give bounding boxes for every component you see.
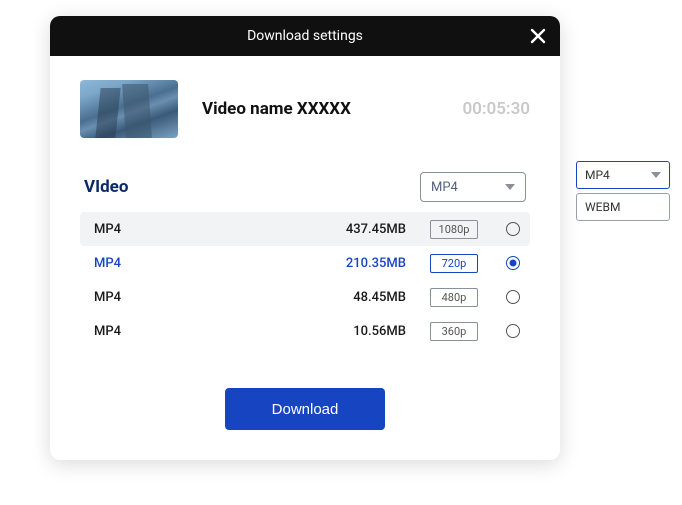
format-dropdown-trigger[interactable]: MP4 xyxy=(576,161,670,189)
option-resolution-badge: 720p xyxy=(430,254,478,273)
resolution-options: MP4 437.45MB 1080p MP4 210.35MB 720p MP4 48.45M… xyxy=(80,212,530,348)
dialog-titlebar: Download settings xyxy=(50,16,560,56)
option-resolution-badge: 360p xyxy=(430,322,478,341)
option-radio[interactable] xyxy=(506,290,520,304)
option-size: 48.45MB xyxy=(326,290,406,305)
format-dropdown-item[interactable]: WEBM xyxy=(585,200,661,214)
video-duration: 00:05:30 xyxy=(462,99,530,119)
option-size: 10.56MB xyxy=(326,324,406,339)
format-dropdown-value: MP4 xyxy=(585,168,610,182)
option-size: 210.35MB xyxy=(326,256,406,271)
option-format: MP4 xyxy=(94,324,316,339)
video-thumbnail xyxy=(80,80,178,138)
chevron-down-icon xyxy=(651,172,661,178)
format-dropdown-menu: WEBM xyxy=(576,193,670,221)
format-select[interactable]: MP4 xyxy=(420,172,526,202)
section-title: VIdeo xyxy=(84,177,128,197)
option-radio[interactable] xyxy=(506,256,520,270)
close-button[interactable] xyxy=(526,24,550,48)
option-radio[interactable] xyxy=(506,222,520,236)
option-resolution-badge: 480p xyxy=(430,288,478,307)
resolution-option[interactable]: MP4 10.56MB 360p xyxy=(80,314,530,348)
video-section-header: VIdeo MP4 xyxy=(80,172,530,202)
video-header: Video name XXXXX 00:05:30 xyxy=(80,80,530,138)
close-icon xyxy=(530,28,546,44)
option-format: MP4 xyxy=(94,256,316,271)
resolution-option[interactable]: MP4 210.35MB 720p xyxy=(80,246,530,280)
option-radio[interactable] xyxy=(506,324,520,338)
dialog-content: Video name XXXXX 00:05:30 VIdeo MP4 MP4 4… xyxy=(50,56,560,460)
resolution-option[interactable]: MP4 48.45MB 480p xyxy=(80,280,530,314)
resolution-option[interactable]: MP4 437.45MB 1080p xyxy=(80,212,530,246)
chevron-down-icon xyxy=(505,184,515,190)
format-dropdown-open: MP4 WEBM xyxy=(576,161,670,221)
video-name: Video name XXXXX xyxy=(202,99,438,119)
option-format: MP4 xyxy=(94,290,316,305)
dialog-title: Download settings xyxy=(247,28,363,44)
option-format: MP4 xyxy=(94,222,316,237)
download-button[interactable]: Download xyxy=(225,388,385,430)
download-settings-dialog: Download settings Video name XXXXX 00:05… xyxy=(50,16,560,460)
format-select-value: MP4 xyxy=(431,180,458,195)
option-size: 437.45MB xyxy=(326,222,406,237)
option-resolution-badge: 1080p xyxy=(430,220,478,239)
